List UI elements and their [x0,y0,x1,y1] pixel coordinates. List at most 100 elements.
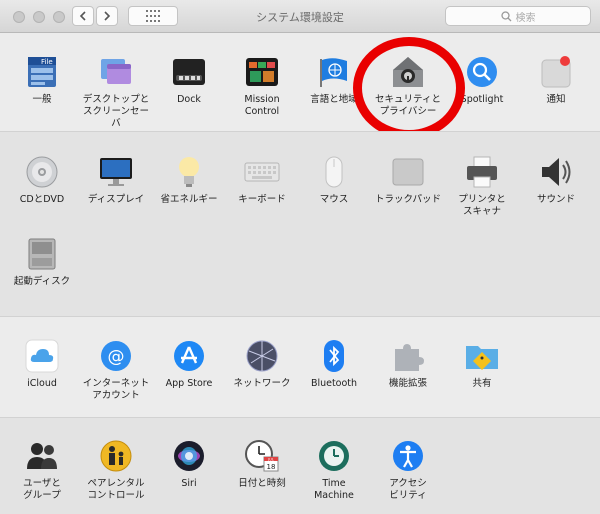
pref-energy-saver[interactable]: 省エネルギー [152,154,226,206]
pref-cd-dvd[interactable]: CDとDVD [5,154,79,206]
grid-icon [146,10,160,22]
dock-icon [171,54,207,90]
display-icon [98,154,134,190]
hard-disk-icon [24,236,60,272]
chevron-right-icon [104,11,111,21]
pref-notifications[interactable]: 通知 [519,54,593,106]
pref-parental-controls[interactable]: ペアレンタル コントロール [79,438,153,502]
pref-label: アクセシ ビリティ [389,478,427,501]
pref-label: キーボード [238,194,286,205]
mouse-icon [316,154,352,190]
pref-label: Time Machine [314,478,354,501]
pref-label: Siri [181,478,197,489]
general-icon: File [24,54,60,90]
notification-icon [538,54,574,90]
close-window-button[interactable] [13,11,25,23]
pref-label: CDとDVD [19,194,65,205]
time-machine-icon [316,438,352,474]
chevron-left-icon [79,11,86,21]
pref-label: ペアレンタル コントロール [87,478,145,501]
search-icon [500,10,511,21]
pref-label: プリンタと スキャナ [458,194,506,217]
flag-globe-icon [316,54,352,90]
svg-text:File: File [41,58,53,66]
pref-label: 一般 [32,94,52,105]
pref-printers-scanners[interactable]: プリンタと スキャナ [445,154,519,218]
pref-label: デスクトップと スクリーンセーバ [82,94,150,129]
pref-label: 共有 [472,378,492,389]
zoom-window-button[interactable] [53,11,65,23]
app-store-icon [171,338,207,374]
show-all-button[interactable] [128,6,178,26]
window-title: システム環境設定 [256,11,344,24]
back-button[interactable] [72,6,94,26]
pref-sound[interactable]: サウンド [519,154,593,206]
accessibility-icon [390,438,426,474]
pref-label: ディスプレイ [87,194,145,205]
pref-sharing[interactable]: 共有 [445,338,519,390]
pref-label: 省エネルギー [160,194,218,205]
pref-mouse[interactable]: マウス [297,154,371,206]
svg-text:@: @ [108,347,125,367]
pref-icloud[interactable]: iCloud [5,338,79,390]
pref-label: サウンド [536,194,575,205]
search-field[interactable]: 検索 [445,6,591,26]
pref-label: iCloud [27,378,57,389]
internet-section: iCloud @ インターネット アカウント App Store ネットワーク … [0,318,600,416]
hardware-section: CDとDVD ディスプレイ 省エネルギー キーボード マウス トラックパッド プ… [0,131,600,317]
title-bar: システム環境設定 検索 [0,0,600,33]
pref-label: Dock [177,94,201,105]
pref-label: ユーザと グループ [23,478,61,501]
network-globe-icon [244,338,280,374]
pref-accessibility[interactable]: アクセシ ビリティ [371,438,445,502]
icloud-icon [24,338,60,374]
calendar-day: 18 [267,463,276,471]
system-section: ユーザと グループ ペアレンタル コントロール Siri JUL 18 日付と時… [0,417,600,514]
pref-label: 日付と時刻 [238,478,286,489]
desktop-screensaver-icon [98,54,134,90]
speaker-icon [538,154,574,190]
forward-button[interactable] [96,6,118,26]
keyboard-icon [244,154,280,190]
pref-internet-accounts[interactable]: @ インターネット アカウント [79,338,153,402]
pref-users-groups[interactable]: ユーザと グループ [5,438,79,502]
pref-label: マウス [319,194,349,205]
puzzle-piece-icon [390,338,426,374]
minimize-window-button[interactable] [33,11,45,23]
pref-displays[interactable]: ディスプレイ [79,154,153,206]
pref-extensions[interactable]: 機能拡張 [371,338,445,390]
pref-trackpad[interactable]: トラックパッド [371,154,445,206]
personal-section: File 一般 デスクトップと スクリーンセーバ Dock Mission Co… [0,34,600,130]
sharing-folder-icon [464,338,500,374]
pref-date-time[interactable]: JUL 18 日付と時刻 [225,438,299,490]
pref-label: ネットワーク [233,378,291,389]
disc-icon [24,154,60,190]
pref-bluetooth[interactable]: Bluetooth [297,338,371,390]
pref-network[interactable]: ネットワーク [225,338,299,390]
users-silhouette-icon [24,438,60,474]
pref-label: インターネット アカウント [82,378,150,401]
bluetooth-icon [316,338,352,374]
pref-general[interactable]: File 一般 [5,54,79,106]
pref-dock[interactable]: Dock [152,54,226,106]
parental-controls-icon [98,438,134,474]
pref-app-store[interactable]: App Store [152,338,226,390]
lightbulb-icon [171,154,207,190]
pref-label: Mission Control [244,94,280,117]
pref-label: 起動ディスク [13,276,71,287]
pref-time-machine[interactable]: Time Machine [297,438,371,502]
pref-startup-disk[interactable]: 起動ディスク [5,236,79,288]
pref-label: トラックパッド [374,194,442,205]
pref-mission-control[interactable]: Mission Control [225,54,299,118]
spotlight-magnifier-icon [464,54,500,90]
clock-calendar-icon: JUL 18 [244,438,280,474]
highlight-ring [353,37,465,139]
pref-desktop-screensaver[interactable]: デスクトップと スクリーンセーバ [79,54,153,130]
at-sign-icon: @ [98,338,134,374]
pref-label: 機能拡張 [388,378,427,389]
pref-siri[interactable]: Siri [152,438,226,490]
printer-icon [464,154,500,190]
trackpad-icon [390,154,426,190]
pref-label: Bluetooth [310,378,358,389]
pref-keyboard[interactable]: キーボード [225,154,299,206]
